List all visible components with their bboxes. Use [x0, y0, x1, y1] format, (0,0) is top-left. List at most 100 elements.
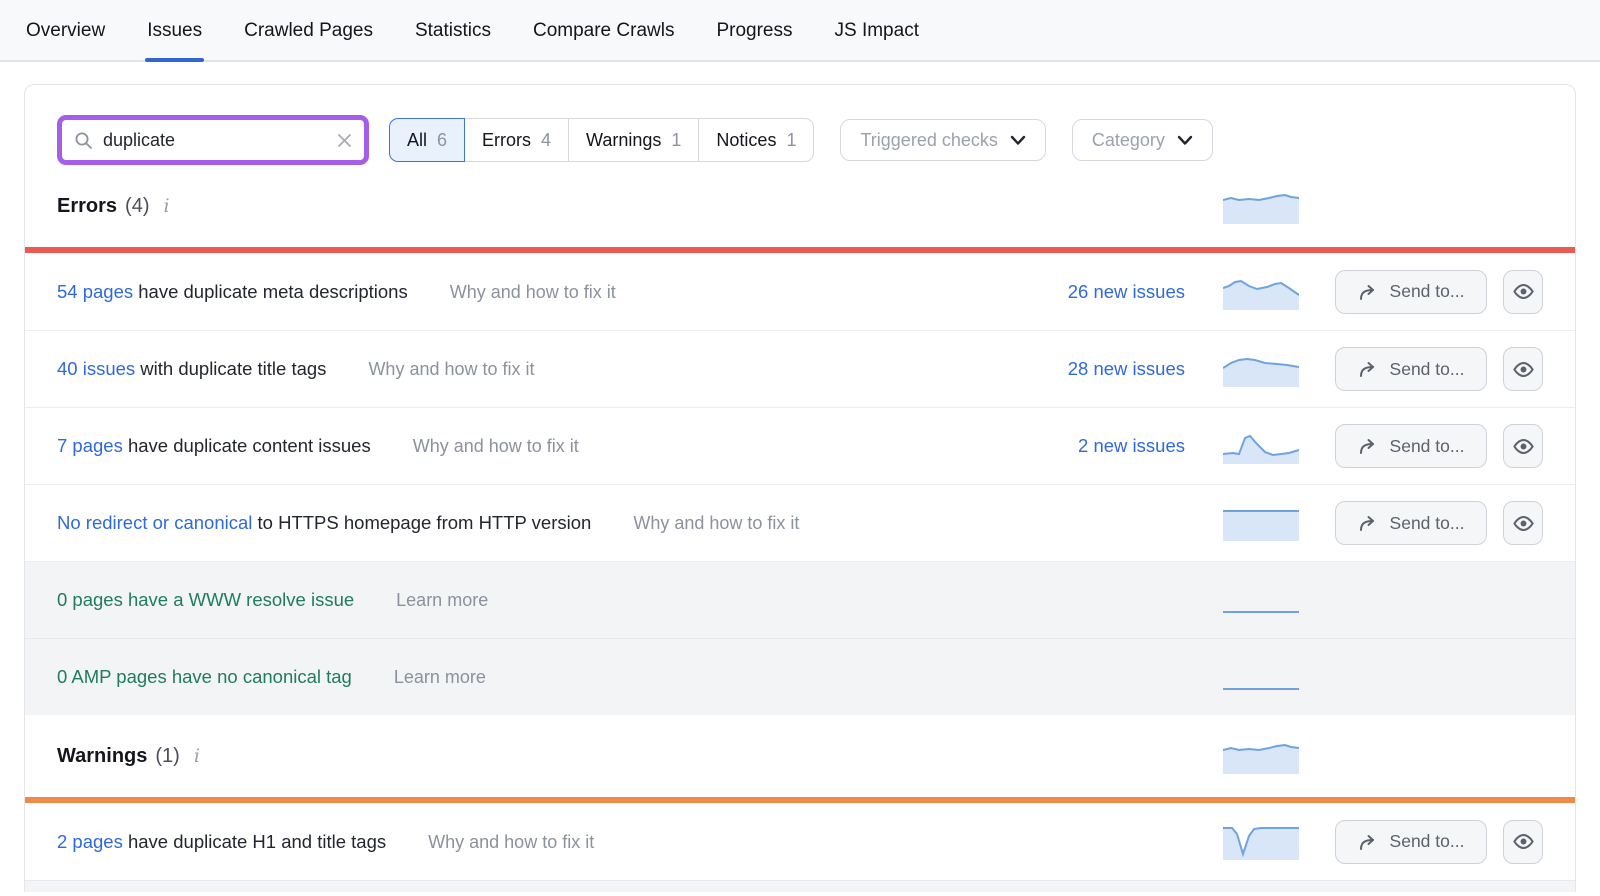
- send-to-label: Send to...: [1390, 281, 1465, 302]
- filter-warnings-label: Warnings: [586, 130, 661, 151]
- learn-more-link[interactable]: Learn more: [396, 590, 488, 611]
- send-to-button[interactable]: Send to...: [1335, 347, 1487, 391]
- why-how-to-fix-link[interactable]: Why and how to fix it: [633, 513, 799, 534]
- why-how-to-fix-link[interactable]: Why and how to fix it: [368, 359, 534, 380]
- chevron-down-icon: [1010, 135, 1026, 146]
- why-how-to-fix-link[interactable]: Why and how to fix it: [413, 436, 579, 457]
- issue-text: No redirect or canonical to HTTPS homepa…: [57, 512, 995, 534]
- issue-trend-sparkline: [1223, 274, 1299, 310]
- filter-notices-count: 1: [786, 130, 796, 151]
- tab-overview[interactable]: Overview: [24, 20, 107, 60]
- issue-count-link[interactable]: No redirect or canonical: [57, 512, 252, 533]
- tab-compare-crawls[interactable]: Compare Crawls: [531, 20, 676, 60]
- forward-arrow-icon: [1358, 283, 1378, 301]
- issue-text: 0 AMP pages have no canonical tag Learn m…: [57, 666, 995, 688]
- issue-text: 7 pages have duplicate content issues Why…: [57, 435, 995, 457]
- issue-row-amp-canonical: 0 AMP pages have no canonical tag Learn m…: [25, 638, 1575, 715]
- forward-arrow-icon: [1358, 437, 1378, 455]
- search-input[interactable]: [103, 130, 337, 151]
- category-label: Category: [1092, 130, 1165, 151]
- new-issues-link[interactable]: 28 new issues: [1068, 358, 1185, 379]
- issue-trend-sparkline: [1223, 351, 1299, 387]
- warnings-count: (1): [155, 745, 179, 768]
- issue-row-no-https-redirect: No redirect or canonical to HTTPS homepa…: [25, 484, 1575, 561]
- issue-text: 54 pages have duplicate meta description…: [57, 281, 995, 303]
- tab-statistics[interactable]: Statistics: [413, 20, 493, 60]
- issue-trend-sparkline: [1223, 659, 1299, 695]
- warnings-section-header: Warnings (1) i: [25, 715, 1575, 797]
- eye-icon: [1512, 830, 1535, 853]
- why-how-to-fix-link[interactable]: Why and how to fix it: [428, 832, 594, 853]
- issue-count-link[interactable]: 40 issues: [57, 358, 135, 379]
- filter-warnings-count: 1: [671, 130, 681, 151]
- filter-warnings[interactable]: Warnings 1: [568, 118, 699, 162]
- issue-row-duplicate-h1-title: 2 pages have duplicate H1 and title tags…: [25, 803, 1575, 880]
- search-icon: [74, 131, 93, 150]
- eye-icon: [1512, 280, 1535, 303]
- hide-issue-eye-button[interactable]: [1503, 270, 1543, 314]
- forward-arrow-icon: [1358, 360, 1378, 378]
- issue-count-link[interactable]: 7 pages: [57, 435, 123, 456]
- issue-trend-sparkline: [1223, 824, 1299, 860]
- warnings-rows: 2 pages have duplicate H1 and title tags…: [25, 803, 1575, 880]
- hide-issue-eye-button[interactable]: [1503, 820, 1543, 864]
- eye-icon: [1512, 435, 1535, 458]
- clear-search-icon[interactable]: [337, 133, 352, 148]
- issue-description: have duplicate content issues: [123, 435, 371, 456]
- warnings-trend-sparkline: [1223, 738, 1299, 774]
- send-to-button[interactable]: Send to...: [1335, 501, 1487, 545]
- forward-arrow-icon: [1358, 514, 1378, 532]
- tab-crawled-pages[interactable]: Crawled Pages: [242, 20, 375, 60]
- info-icon[interactable]: i: [194, 745, 200, 767]
- hide-issue-eye-button[interactable]: [1503, 347, 1543, 391]
- issue-trend-sparkline: [1223, 582, 1299, 618]
- triggered-checks-dropdown[interactable]: Triggered checks: [840, 119, 1045, 161]
- filter-notices[interactable]: Notices 1: [698, 118, 814, 162]
- send-to-label: Send to...: [1390, 359, 1465, 380]
- filter-errors[interactable]: Errors 4: [464, 118, 569, 162]
- issue-row-www-resolve: 0 pages have a WWW resolve issue Learn mo…: [25, 561, 1575, 638]
- triggered-checks-label: Triggered checks: [860, 130, 997, 151]
- issue-search-highlight: [57, 115, 369, 165]
- issue-description: have duplicate H1 and title tags: [123, 831, 386, 852]
- issue-description: with duplicate title tags: [135, 358, 326, 379]
- eye-icon: [1512, 358, 1535, 381]
- issue-count-link[interactable]: 2 pages: [57, 831, 123, 852]
- filter-errors-label: Errors: [482, 130, 531, 151]
- hide-issue-eye-button[interactable]: [1503, 424, 1543, 468]
- errors-trend-sparkline: [1223, 188, 1299, 224]
- send-to-button[interactable]: Send to...: [1335, 820, 1487, 864]
- send-to-button[interactable]: Send to...: [1335, 424, 1487, 468]
- passed-check-text: 0 pages have a WWW resolve issue: [57, 589, 354, 610]
- forward-arrow-icon: [1358, 833, 1378, 851]
- filter-all-count: 6: [437, 130, 447, 151]
- filters-toolbar: All 6 Errors 4 Warnings 1 Notices 1 Trig…: [25, 85, 1575, 165]
- send-to-button[interactable]: Send to...: [1335, 270, 1487, 314]
- tab-issues[interactable]: Issues: [145, 20, 204, 60]
- learn-more-link[interactable]: Learn more: [394, 667, 486, 688]
- filter-all[interactable]: All 6: [389, 118, 465, 162]
- new-issues-link[interactable]: 2 new issues: [1078, 435, 1185, 456]
- category-dropdown[interactable]: Category: [1072, 119, 1213, 161]
- issues-panel: All 6 Errors 4 Warnings 1 Notices 1 Trig…: [24, 84, 1576, 892]
- chevron-down-icon: [1177, 135, 1193, 146]
- errors-rows: 54 pages have duplicate meta description…: [25, 253, 1575, 715]
- issue-row-duplicate-title-tags: 40 issues with duplicate title tags Why a…: [25, 330, 1575, 407]
- info-icon[interactable]: i: [163, 195, 169, 217]
- tab-js-impact[interactable]: JS Impact: [833, 20, 921, 60]
- issue-row-duplicate-meta-descriptions: 54 pages have duplicate meta description…: [25, 253, 1575, 330]
- passed-check-text: 0 AMP pages have no canonical tag: [57, 666, 352, 687]
- filter-all-label: All: [407, 130, 427, 151]
- why-how-to-fix-link[interactable]: Why and how to fix it: [450, 282, 616, 303]
- issue-count-link[interactable]: 54 pages: [57, 281, 133, 302]
- issue-trend-sparkline: [1223, 428, 1299, 464]
- warnings-title: Warnings: [57, 745, 147, 768]
- errors-title: Errors: [57, 195, 117, 218]
- tab-progress[interactable]: Progress: [714, 20, 794, 60]
- issue-description: to HTTPS homepage from HTTP version: [252, 512, 591, 533]
- report-tabs: Overview Issues Crawled Pages Statistics…: [0, 0, 1600, 62]
- new-issues-link[interactable]: 26 new issues: [1068, 281, 1185, 302]
- send-to-label: Send to...: [1390, 831, 1465, 852]
- issue-text: 0 pages have a WWW resolve issue Learn mo…: [57, 589, 995, 611]
- hide-issue-eye-button[interactable]: [1503, 501, 1543, 545]
